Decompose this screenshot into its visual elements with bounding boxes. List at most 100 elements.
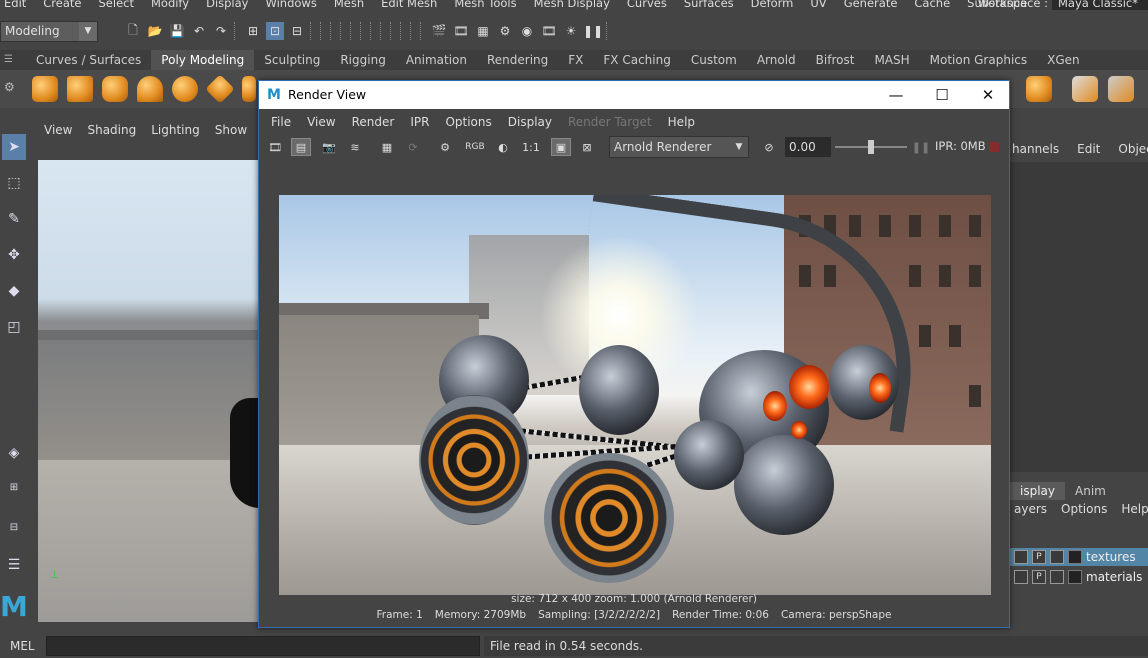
arnold-render-icon[interactable]: 🎞 <box>540 22 558 40</box>
bevel-icon[interactable] <box>1108 76 1134 102</box>
visibility-toggle[interactable] <box>1014 570 1028 584</box>
undo-icon[interactable]: ↶ <box>190 22 208 40</box>
layer-row[interactable]: Ptextures <box>1010 548 1148 566</box>
arnold-light-icon[interactable]: ☀ <box>562 22 580 40</box>
poly-cube-icon[interactable] <box>67 76 93 102</box>
menu-item-windows[interactable]: Windows <box>265 0 316 10</box>
channel-menu-hannels[interactable]: hannels <box>1012 142 1059 158</box>
tab-motion-graphics[interactable]: Motion Graphics <box>920 50 1038 70</box>
rv-menu-options[interactable]: Options <box>437 111 499 133</box>
rv-menu-ipr[interactable]: IPR <box>402 111 437 133</box>
display-type-toggle[interactable] <box>1050 550 1064 564</box>
edge-loop-icon[interactable] <box>1072 76 1098 102</box>
poly-plane-icon[interactable] <box>205 74 235 104</box>
playback-toggle[interactable]: P <box>1032 570 1046 584</box>
layer-menu-ayers[interactable]: ayers <box>1014 502 1047 520</box>
remove-image-icon[interactable]: ⊠ <box>577 138 597 156</box>
ipr-render-icon[interactable]: ▦ <box>474 22 492 40</box>
new-scene-icon[interactable]: 🗋 <box>124 22 142 40</box>
paint-select-icon[interactable]: ✎ <box>2 206 26 232</box>
exposure-reset-icon[interactable]: ⊘ <box>759 138 779 156</box>
layer-color-swatch[interactable] <box>1068 550 1082 564</box>
layer-menu-options[interactable]: Options <box>1061 502 1107 520</box>
multi-cut-icon[interactable] <box>1026 76 1052 102</box>
viewport-menu-shading[interactable]: Shading <box>87 120 136 140</box>
rv-menu-display[interactable]: Display <box>500 111 560 133</box>
hypershade-icon[interactable]: ◉ <box>518 22 536 40</box>
menu-item-generate[interactable]: Generate <box>844 0 898 10</box>
menu-item-deform[interactable]: Deform <box>751 0 794 10</box>
move-tool-icon[interactable]: ✥ <box>2 242 26 268</box>
tab-bifrost[interactable]: Bifrost <box>806 50 865 70</box>
pause-ipr-icon[interactable]: ❚❚ <box>911 138 931 156</box>
gear-icon[interactable]: ⚙ <box>4 80 18 94</box>
menu-item-curves[interactable]: Curves <box>627 0 667 10</box>
mode-dropdown[interactable]: Modeling ▼ <box>0 21 98 42</box>
rv-menu-help[interactable]: Help <box>660 111 703 133</box>
tab-animation[interactable]: Animation <box>396 50 477 70</box>
pause-icon[interactable]: ❚❚ <box>583 22 603 40</box>
tab-rigging[interactable]: Rigging <box>330 50 395 70</box>
menu-item-cache[interactable]: Cache <box>914 0 950 10</box>
snapshot-icon[interactable]: 📷 <box>319 138 339 156</box>
menu-item-modify[interactable]: Modify <box>151 0 189 10</box>
layer-tab-isplay[interactable]: isplay <box>1010 482 1065 500</box>
channel-menu-object[interactable]: Object <box>1118 142 1148 158</box>
lasso-tool-icon[interactable]: ⬚ <box>2 170 26 196</box>
viewport-menu-view[interactable]: View <box>44 120 72 140</box>
slider-handle[interactable] <box>868 140 874 154</box>
rotate-tool-icon[interactable]: ◆ <box>2 278 26 304</box>
layer-color-swatch[interactable] <box>1068 570 1082 584</box>
refresh-ipr-icon[interactable]: ⟳ <box>403 138 423 156</box>
real-size-button[interactable]: 1:1 <box>521 138 541 156</box>
render-frame-icon[interactable]: 🎞 <box>452 22 470 40</box>
layer-tab-anim[interactable]: Anim <box>1065 482 1116 500</box>
render-settings-icon[interactable]: ⚙ <box>435 138 455 156</box>
workspace-selector[interactable]: Workspace : Maya Classic* <box>978 0 1148 10</box>
close-button[interactable]: ✕ <box>965 81 1011 109</box>
select-object-icon[interactable]: ⊡ <box>266 22 284 40</box>
stop-render-icon[interactable] <box>989 142 999 152</box>
layer-row[interactable]: Pmaterials <box>1010 568 1148 586</box>
tab-curves-surfaces[interactable]: Curves / Surfaces <box>26 50 151 70</box>
minimize-button[interactable]: — <box>873 81 919 109</box>
menu-item-mesh-tools[interactable]: Mesh Tools <box>454 0 516 10</box>
menu-item-select[interactable]: Select <box>99 0 134 10</box>
poly-sphere-icon[interactable] <box>32 76 58 102</box>
render-frame-icon[interactable]: 🎞 <box>265 138 285 156</box>
menu-item-create[interactable]: Create <box>43 0 81 10</box>
tab-arnold[interactable]: Arnold <box>747 50 806 70</box>
display-type-toggle[interactable] <box>1050 570 1064 584</box>
rv-menu-view[interactable]: View <box>299 111 343 133</box>
render-view-icon[interactable]: 🎬 <box>430 22 448 40</box>
layout-four-icon[interactable]: ⊞ <box>2 474 26 500</box>
menu-item-mesh[interactable]: Mesh <box>334 0 364 10</box>
renderer-dropdown[interactable]: Arnold Renderer ▼ <box>609 136 749 158</box>
scale-tool-icon[interactable]: ◰ <box>2 314 26 340</box>
render-settings-icon[interactable]: ⚙ <box>496 22 514 40</box>
tab-mash[interactable]: MASH <box>864 50 919 70</box>
display-image-icon[interactable]: ▣ <box>551 138 571 156</box>
redo-icon[interactable]: ↷ <box>212 22 230 40</box>
save-scene-icon[interactable]: 💾 <box>168 22 186 40</box>
select-tool-icon[interactable]: ➤ <box>2 134 26 160</box>
maximize-button[interactable]: ☐ <box>919 81 965 109</box>
tab-fx[interactable]: FX <box>558 50 593 70</box>
menu-item-display[interactable]: Display <box>206 0 248 10</box>
menu-item-surfaces[interactable]: Surfaces <box>684 0 734 10</box>
channel-menu-edit[interactable]: Edit <box>1077 142 1100 158</box>
command-input[interactable] <box>46 636 480 656</box>
rv-menu-file[interactable]: File <box>263 111 299 133</box>
tab-sculpting[interactable]: Sculpting <box>254 50 330 70</box>
render-sequence-icon[interactable]: ≋ <box>345 138 365 156</box>
select-component-icon[interactable]: ⊟ <box>288 22 306 40</box>
ipr-icon[interactable]: ▦ <box>377 138 397 156</box>
layout-single-icon[interactable]: ◈ <box>2 440 26 466</box>
poly-cone-icon[interactable] <box>137 76 163 102</box>
poly-torus-icon[interactable] <box>172 76 198 102</box>
menu-item-edit[interactable]: Edit <box>4 0 26 10</box>
tab-xgen[interactable]: XGen <box>1037 50 1090 70</box>
exposure-slider[interactable] <box>835 140 907 154</box>
visibility-toggle[interactable] <box>1014 550 1028 564</box>
tab-rendering[interactable]: Rendering <box>477 50 558 70</box>
